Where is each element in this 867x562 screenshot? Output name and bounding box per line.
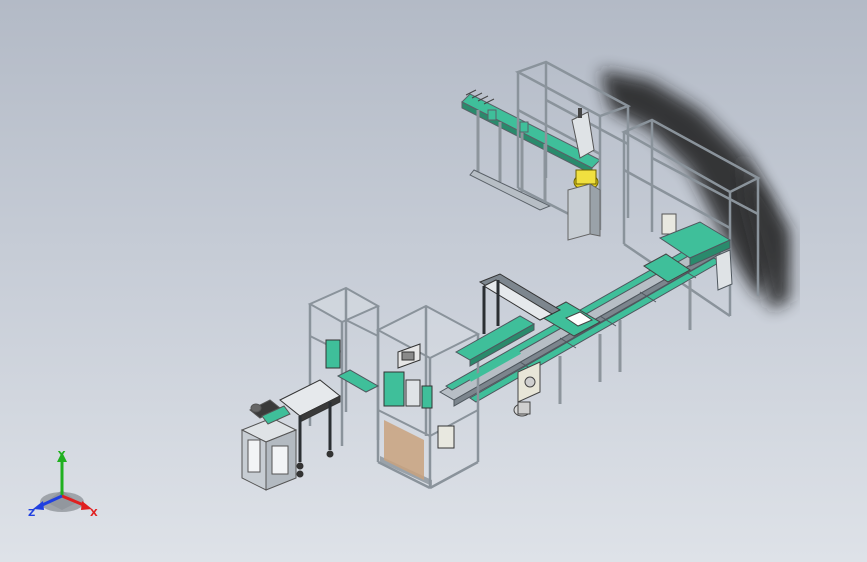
assembly-model[interactable] <box>0 0 867 562</box>
hmi-control-panel[interactable] <box>397 343 421 369</box>
infeed-station[interactable] <box>240 399 298 491</box>
orientation-triad[interactable]: Y X Z <box>26 446 106 526</box>
y-axis-label: Y <box>57 450 66 461</box>
z-axis-label: Z <box>28 508 35 519</box>
guard-cell-lower-a[interactable] <box>307 286 381 446</box>
graphics-viewport[interactable]: Y X Z <box>0 0 867 562</box>
x-axis-label: X <box>90 508 98 519</box>
